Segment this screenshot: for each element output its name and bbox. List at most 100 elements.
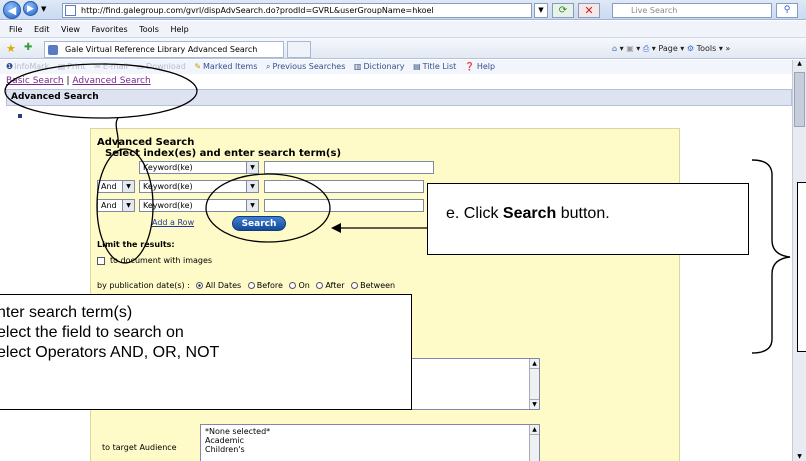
index-select-2-value: Keyword(ke) <box>143 182 193 191</box>
toolbar-email[interactable]: E-mail <box>103 62 128 71</box>
index-select-1[interactable]: Keyword(ke) <box>139 161 259 174</box>
history-dropdown-icon[interactable]: ▼ <box>41 5 46 13</box>
url-field[interactable]: http://find.galegroup.com/gvrl/dispAdvSe… <box>62 3 532 18</box>
tab-advanced-search[interactable]: Gale Virtual Reference Library Advanced … <box>44 41 284 58</box>
index-select-3-value: Keyword(ke) <box>143 201 193 210</box>
scroll-up-icon[interactable]: ▲ <box>793 60 806 70</box>
add-row-link[interactable]: Add a Row <box>152 218 194 227</box>
menu-favorites[interactable]: Favorites <box>92 21 128 38</box>
callout-line-1: nter search term(s) <box>0 304 133 321</box>
limit-results-heading: Limit the results: <box>97 240 175 249</box>
search-term-input-2[interactable] <box>264 180 424 193</box>
bullet <box>18 114 22 118</box>
radio-after[interactable] <box>316 282 324 289</box>
radio-all-dates[interactable] <box>196 282 204 289</box>
radio-between-label: Between <box>360 281 396 290</box>
help-icon: ❓ <box>464 62 475 71</box>
tools-menu[interactable]: Tools <box>697 44 717 53</box>
download-icon: ▭ <box>136 62 145 71</box>
operator-select-3-value: And <box>101 201 117 210</box>
menu-view[interactable]: View <box>61 21 80 38</box>
index-select-1-arrow-icon[interactable]: ▼ <box>246 162 258 173</box>
feeds-icon[interactable]: ▣ <box>626 44 634 53</box>
images-checkbox-label: to document with images <box>110 256 213 265</box>
radio-after-label: After <box>325 281 345 290</box>
operator-select-3-arrow-icon[interactable]: ▼ <box>122 200 134 211</box>
operator-select-2-value: And <box>101 182 117 191</box>
scroll-thumb[interactable] <box>794 72 805 127</box>
menu-bar: File Edit View Favorites Tools Help <box>0 21 806 38</box>
callout-click-search: e. Click Search button. <box>427 183 749 255</box>
audience-label: to target Audience <box>102 443 177 452</box>
list-scroll-down-icon[interactable]: ▼ <box>530 399 539 409</box>
basic-search-link[interactable]: Basic Search <box>6 76 64 86</box>
search-term-input-3[interactable] <box>264 199 424 212</box>
radio-before[interactable] <box>247 282 255 289</box>
callout-e-suffix: button. <box>556 205 610 222</box>
tab-favicon-icon <box>48 45 58 55</box>
toolbar-help[interactable]: Help <box>477 62 495 71</box>
audience-list[interactable]: *None selected* Academic Children's ▲ <box>200 424 540 461</box>
form-title: Advanced Search <box>97 137 195 148</box>
radio-on[interactable] <box>289 282 297 289</box>
add-favorite-icon[interactable]: ✚ <box>24 42 32 53</box>
toolbar-marked-items[interactable]: Marked Items <box>203 62 257 71</box>
index-select-3-arrow-icon[interactable]: ▼ <box>246 200 258 211</box>
radio-between[interactable] <box>351 282 359 289</box>
audience-scrollbar[interactable]: ▲ <box>529 425 539 461</box>
email-icon: ✉ <box>94 62 101 71</box>
operator-select-2-arrow-icon[interactable]: ▼ <box>122 181 134 192</box>
toolbar-title-list[interactable]: Title List <box>423 62 457 71</box>
home-icon[interactable]: ⌂ <box>612 44 617 53</box>
callout-search-instructions: nter search term(s) elect the field to s… <box>0 294 412 410</box>
search-type-nav: Basic Search | Advanced Search <box>6 75 792 88</box>
toolbar-download[interactable]: Download <box>146 62 186 71</box>
advanced-search-link[interactable]: Advanced Search <box>72 76 150 86</box>
callout-line-2: elect the field to search on <box>0 324 184 341</box>
scroll-down-icon[interactable]: ▼ <box>793 453 806 460</box>
toolbar-previous-searches[interactable]: Previous Searches <box>272 62 345 71</box>
dictionary-icon: ▥ <box>353 62 362 71</box>
audience-option[interactable]: *None selected* <box>205 427 535 436</box>
index-select-2[interactable]: Keyword(ke) <box>139 180 259 193</box>
url-dropdown-icon[interactable]: ▼ <box>534 3 548 18</box>
menu-tools[interactable]: Tools <box>139 21 159 38</box>
live-search-input[interactable]: Live Search <box>612 3 772 18</box>
toolbar-dictionary[interactable]: Dictionary <box>363 62 404 71</box>
audience-option[interactable]: Academic <box>205 436 535 445</box>
tools-gear-icon: ⚙ <box>686 44 695 53</box>
refresh-icon[interactable]: ⟳ <box>552 3 574 18</box>
search-go-icon[interactable]: ⚲ <box>776 3 798 18</box>
index-select-2-arrow-icon[interactable]: ▼ <box>246 181 258 192</box>
audience-scroll-up-icon[interactable]: ▲ <box>530 425 539 435</box>
search-button[interactable]: Search <box>232 216 286 231</box>
print-icon[interactable]: ⎙ <box>643 44 649 53</box>
nav-separator: | <box>66 76 70 86</box>
forward-icon[interactable]: ▶ <box>23 1 38 16</box>
index-select-1-value: Keyword(ke) <box>143 163 193 172</box>
list-scrollbar[interactable]: ▲ ▼ <box>529 359 539 409</box>
command-bar: ⌂ ▾ ▣ ▾ ⎙ ▾ Page ▾ ⚙ Tools ▾ » <box>612 44 731 53</box>
menu-edit[interactable]: Edit <box>34 21 50 38</box>
menu-file[interactable]: File <box>9 21 22 38</box>
audience-option[interactable]: Children's <box>205 445 535 454</box>
images-checkbox[interactable] <box>97 257 105 265</box>
radio-before-label: Before <box>256 281 283 290</box>
menu-help[interactable]: Help <box>170 21 188 38</box>
pub-date-label: by publication date(s) : <box>97 281 190 290</box>
marked-items-icon: ✎ <box>194 62 202 71</box>
radio-all-dates-label: All Dates <box>205 281 242 290</box>
title-list-icon: ▤ <box>413 62 421 71</box>
back-icon[interactable]: ◀ <box>3 1 21 19</box>
page-menu[interactable]: Page <box>658 44 677 53</box>
list-scroll-up-icon[interactable]: ▲ <box>530 359 539 369</box>
stop-icon[interactable]: ✕ <box>578 3 600 18</box>
new-tab-button[interactable] <box>287 41 311 58</box>
toolbar-infomark[interactable]: InfoMark <box>14 62 49 71</box>
search-term-input-1[interactable] <box>264 161 434 174</box>
radio-on-label: On <box>298 281 310 290</box>
toolbar-print[interactable]: Print <box>67 62 85 71</box>
favorites-star-icon[interactable]: ★ <box>6 42 16 55</box>
page-icon <box>65 5 76 16</box>
index-select-3[interactable]: Keyword(ke) <box>139 199 259 212</box>
